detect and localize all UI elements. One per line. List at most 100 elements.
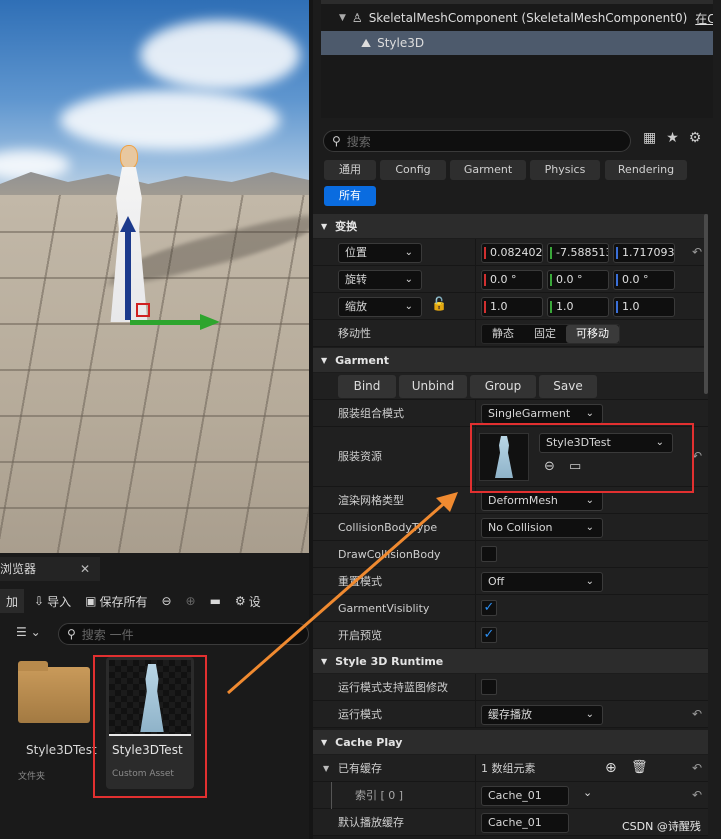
repeat-mode-dropdown[interactable]: Off ⌄ [481,572,603,592]
content-browser: 浏览器 ✕ 加 ⇩ 导入 ▣ 保存所有 ⊖ ⊕ ▬ ⚙ 设 ☰ ⌄ ⚲ 搜索 一… [0,553,309,839]
custom-asset-tile[interactable]: Style3DTest Custom Asset [106,657,194,789]
mobility-stationary[interactable]: 固定 [524,325,566,343]
level-viewport[interactable] [0,0,309,553]
repeat-mode-value: Off [488,575,505,588]
run-mode-dropdown[interactable]: 缓存播放 ⌄ [481,705,603,725]
tab-physics[interactable]: Physics [530,160,600,180]
chevron-down-icon: ⌄ [404,247,413,258]
blueprint-edit-checkbox[interactable] [481,679,497,695]
save-all-button[interactable]: ▣ 保存所有 [81,589,151,613]
row-enable-preview: 开启预览 ✓ [313,622,708,649]
mobility-static[interactable]: 静态 [482,325,524,343]
table-view-icon[interactable]: ▦ [643,130,656,146]
location-y-field[interactable]: -7.588513 [547,243,609,263]
row-rotation: 旋转 ⌄ 0.0 ° 0.0 ° 0.0 ° [313,266,708,293]
content-search-input[interactable]: ⚲ 搜索 一件 [58,623,309,645]
unbind-button[interactable]: Unbind [399,375,467,398]
tab-rendering[interactable]: Rendering [605,160,687,180]
lock-icon[interactable]: 🔓 [431,297,447,312]
default-cache-field[interactable]: Cache_01 [481,813,569,833]
folder-icon [18,661,90,723]
star-icon[interactable]: ★ [666,130,679,146]
save-button[interactable]: Save [539,375,597,398]
reset-arrow-icon[interactable]: ↶ [692,707,702,721]
scale-y-field[interactable]: 1.0 [547,297,609,317]
history-back-button[interactable]: ⊖ [157,589,175,613]
bind-button[interactable]: Bind [338,375,396,398]
trash-icon[interactable]: 🗑 [631,760,648,775]
history-forward-button[interactable]: ⊕ [182,589,200,613]
tree-item-edit-link[interactable]: 在C [695,10,713,27]
location-z-field[interactable]: 1.717093 [613,243,675,263]
location-mode-dropdown[interactable]: 位置 ⌄ [338,243,422,263]
garment-asset-dropdown[interactable]: Style3DTest ⌄ [539,433,673,453]
collision-body-type-dropdown[interactable]: No Collision ⌄ [481,518,603,538]
skeleton-icon: ♙ [351,11,363,25]
rotation-mode-dropdown[interactable]: 旋转 ⌄ [338,270,422,290]
enable-preview-checkbox[interactable]: ✓ [481,627,497,643]
import-icon: ⇩ [34,594,45,608]
add-element-icon[interactable]: ⊕ [605,760,617,776]
mobility-movable[interactable]: 可移动 [566,325,619,343]
chevron-down-icon: ⌄ [655,437,664,448]
section-transform[interactable]: ▼ 变换 [313,214,708,238]
chevron-down-icon[interactable]: ▼ [323,755,329,782]
gear-icon[interactable]: ⚙ [689,130,702,146]
close-icon[interactable]: ✕ [80,557,90,581]
details-scrollbar[interactable] [704,214,708,394]
scale-mode-dropdown[interactable]: 缩放 ⌄ [338,297,422,317]
combine-mode-dropdown[interactable]: SingleGarment ⌄ [481,404,603,424]
column-divider [475,595,476,621]
chevron-down-icon[interactable]: ⌄ [583,786,592,799]
reset-arrow-icon[interactable]: ↶ [692,449,702,463]
reset-arrow-icon[interactable]: ↶ [692,761,702,775]
scale-x-field[interactable]: 1.0 [481,297,543,317]
section-style3d-runtime[interactable]: ▼ Style 3D Runtime [313,649,708,673]
add-button[interactable]: 加 [0,589,25,613]
back-arrow-icon: ⊖ [161,594,172,608]
import-button[interactable]: ⇩ 导入 [30,589,75,613]
details-search-input[interactable]: ⚲ 搜索 [323,130,631,152]
cache-index-field[interactable]: Cache_01 [481,786,569,806]
tab-garment[interactable]: Garment [450,160,526,180]
filter-dropdown[interactable]: ☰ ⌄ [16,625,41,639]
details-panel: ▼ ♙ SkeletalMeshComponent (SkeletalMeshC… [313,0,721,839]
use-selected-icon[interactable]: ⊖ [544,459,555,474]
search-icon: ⚲ [67,627,76,641]
draw-collision-body-label: DrawCollisionBody [338,548,441,561]
tab-general[interactable]: 通用 [324,160,376,180]
section-garment[interactable]: ▼ Garment [313,348,708,372]
save-icon: ▣ [85,594,97,608]
tree-item-skeletal-mesh-component[interactable]: ▼ ♙ SkeletalMeshComponent (SkeletalMeshC… [321,6,713,30]
expand-arrow-icon: ▼ [339,13,346,23]
browse-asset-icon[interactable]: ▭ [569,459,581,474]
garment-visibility-checkbox[interactable]: ✓ [481,600,497,616]
gizmo-x-axis[interactable] [136,303,150,317]
gizmo-y-axis[interactable] [130,314,220,330]
section-cache-play[interactable]: ▼ Cache Play [313,730,708,754]
location-x-field[interactable]: 0.082402 [481,243,543,263]
rotation-x-field[interactable]: 0.0 ° [481,270,543,290]
settings-button[interactable]: ⚙ 设 [231,589,265,613]
scale-z-field[interactable]: 1.0 [613,297,675,317]
gizmo-z-axis[interactable] [120,216,136,320]
tab-all[interactable]: 所有 [324,186,376,206]
column-divider [475,674,476,700]
folder-name: Style3DTest [26,743,97,757]
collision-body-type-label: CollisionBodyType [338,521,438,534]
reset-arrow-icon[interactable]: ↶ [692,245,702,259]
rotation-y-field[interactable]: 0.0 ° [547,270,609,290]
folder-browse-button[interactable]: ▬ [206,589,225,613]
tab-config[interactable]: Config [380,160,446,180]
tree-item-style3d[interactable]: ⛰ Style3D [321,31,713,55]
existing-cache-count: 1 数组元素 [481,762,536,775]
garment-asset-thumbnail[interactable] [479,433,529,481]
collision-body-type-value: No Collision [488,521,553,534]
rotation-z-field[interactable]: 0.0 ° [613,270,675,290]
render-mesh-type-dropdown[interactable]: DeformMesh ⌄ [481,491,603,511]
draw-collision-body-checkbox[interactable] [481,546,497,562]
group-button[interactable]: Group [470,375,536,398]
content-browser-tab[interactable]: 浏览器 ✕ [0,557,100,581]
reset-arrow-icon[interactable]: ↶ [692,788,702,802]
folder-item[interactable]: Style3DTest 文件夹 [14,661,97,791]
